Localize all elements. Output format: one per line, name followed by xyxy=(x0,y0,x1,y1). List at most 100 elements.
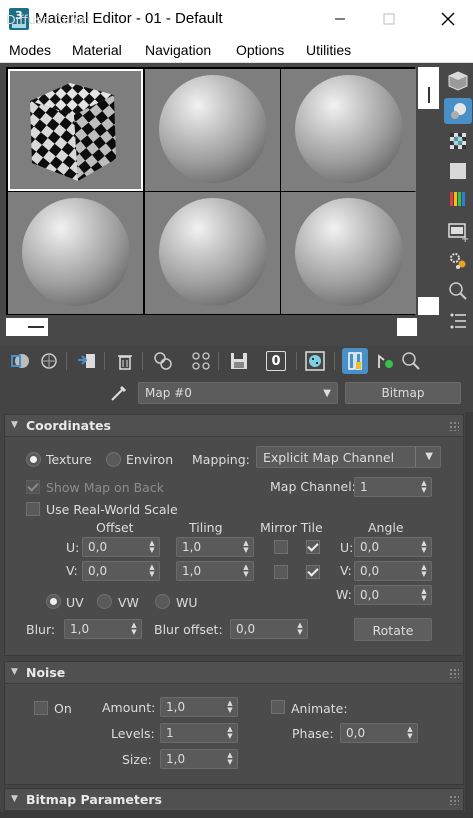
vertical-scroll-end[interactable] xyxy=(418,297,439,315)
noise-amount-spinner[interactable]: 1,0 ▲ ▼ xyxy=(160,697,238,717)
menu-options[interactable]: Options xyxy=(236,42,284,58)
spinner-arrows-icon[interactable]: ▲ ▼ xyxy=(242,540,250,554)
go-to-parent-button[interactable] xyxy=(374,350,396,372)
v-tiling-spinner[interactable]: 1,0 ▲ ▼ xyxy=(176,561,254,581)
vw-radio[interactable] xyxy=(97,594,112,609)
menu-utilities[interactable]: Utilities xyxy=(306,42,351,58)
horizontal-scroll-thumb[interactable] xyxy=(6,318,48,336)
spinner-arrows-icon[interactable]: ▲ ▼ xyxy=(226,700,234,714)
get-material-button[interactable] xyxy=(10,350,32,372)
sample-slot-3[interactable] xyxy=(281,69,416,191)
material-id-value: 0 xyxy=(271,353,281,369)
select-by-material-button[interactable] xyxy=(444,278,472,304)
menu-modes[interactable]: Modes xyxy=(9,42,51,58)
drag-handle-icon[interactable] xyxy=(449,795,459,805)
v-angle-spinner[interactable]: 0,0 ▲ ▼ xyxy=(354,561,432,581)
sample-slot-2[interactable] xyxy=(145,69,280,191)
sample-uv-tiling-button[interactable] xyxy=(444,158,472,184)
use-real-world-scale-checkbox[interactable] xyxy=(26,502,40,516)
spinner-arrows-icon[interactable]: ▲ ▼ xyxy=(148,540,156,554)
sample-type-button[interactable] xyxy=(444,68,472,94)
noise-phase-spinner[interactable]: 0,0 ▲ ▼ xyxy=(340,723,418,743)
spinner-arrows-icon[interactable]: ▲ ▼ xyxy=(148,564,156,578)
show-map-on-back-checkbox[interactable] xyxy=(26,480,40,494)
u-angle-spinner[interactable]: 0,0 ▲ ▼ xyxy=(354,537,432,557)
options-button[interactable] xyxy=(444,248,472,274)
background-button[interactable] xyxy=(444,128,472,154)
drag-handle-icon[interactable] xyxy=(449,668,459,678)
video-color-check-button[interactable] xyxy=(444,186,472,212)
texture-radio[interactable] xyxy=(26,452,41,467)
environ-radio[interactable] xyxy=(106,452,121,467)
v-mirror-checkbox[interactable] xyxy=(274,565,288,579)
map-name-dropdown[interactable]: Map #0 ▼ xyxy=(138,382,338,404)
u-tiling-spinner[interactable]: 1,0 ▲ ▼ xyxy=(176,537,254,557)
make-unique-button[interactable] xyxy=(152,350,174,372)
wu-radio[interactable] xyxy=(155,594,170,609)
backlight-button[interactable] xyxy=(444,98,472,124)
material-id-channel-button[interactable]: 0 xyxy=(266,351,286,371)
spinner-arrows-icon[interactable]: ▲ ▼ xyxy=(406,726,414,740)
reset-map-button[interactable] xyxy=(114,350,136,372)
uv-radio[interactable] xyxy=(46,594,61,609)
material-map-navigator-button[interactable] xyxy=(444,308,472,334)
sample-slot-4[interactable] xyxy=(8,192,143,314)
u-offset-spinner[interactable]: 0,0 ▲ ▼ xyxy=(82,537,160,557)
u-tiling-value: 1,0 xyxy=(182,540,202,554)
coordinates-rollout-header[interactable]: ▼ Coordinates xyxy=(5,415,463,437)
menu-material[interactable]: Material xyxy=(72,42,122,58)
sample-slot-5[interactable] xyxy=(145,192,280,314)
sample-slot-6[interactable] xyxy=(281,192,416,314)
make-preview-button[interactable]: + xyxy=(444,218,472,244)
maximize-button[interactable] xyxy=(365,0,413,38)
bitmap-parameters-rollout-header[interactable]: ▼ Bitmap Parameters xyxy=(5,789,463,811)
spinner-arrows-icon[interactable]: ▲ ▼ xyxy=(226,752,234,766)
sample-slot-1[interactable] xyxy=(8,69,143,191)
save-to-library-button[interactable] xyxy=(228,350,250,372)
noise-on-label: On xyxy=(54,701,72,716)
v-tile-checkbox[interactable] xyxy=(306,565,320,579)
spinner-arrows-icon[interactable]: ▲ ▼ xyxy=(226,726,234,740)
map-type-button[interactable]: Bitmap xyxy=(345,382,461,404)
close-button[interactable] xyxy=(424,0,472,38)
noise-on-checkbox[interactable] xyxy=(34,701,48,715)
vertical-scroll-thumb[interactable] xyxy=(418,67,439,109)
go-forward-sibling-button[interactable] xyxy=(400,350,422,372)
panel-scrollbar[interactable] xyxy=(465,412,473,812)
noise-rollout-header[interactable]: ▼ Noise xyxy=(5,662,463,684)
spinner-arrows-icon[interactable]: ▲ ▼ xyxy=(296,622,304,636)
mapping-dropdown[interactable]: Explicit Map Channel ▼ xyxy=(256,446,441,468)
noise-levels-spinner[interactable]: 1 ▲ ▼ xyxy=(160,723,238,743)
spinner-arrows-icon[interactable]: ▲ ▼ xyxy=(420,564,428,578)
blur-offset-spinner[interactable]: 0,0 ▲ ▼ xyxy=(230,619,308,639)
v-offset-spinner[interactable]: 0,0 ▲ ▼ xyxy=(82,561,160,581)
spinner-arrows-icon[interactable]: ▲ ▼ xyxy=(242,564,250,578)
spinner-arrows-icon[interactable]: ▲ ▼ xyxy=(420,540,428,554)
menu-navigation[interactable]: Navigation xyxy=(145,42,211,58)
eyedropper-icon xyxy=(111,385,127,401)
diffuse-color-label: Diffuse Color: xyxy=(6,12,91,27)
minimize-button[interactable] xyxy=(316,0,364,38)
put-material-to-scene-button[interactable] xyxy=(38,350,60,372)
checker-cube-preview xyxy=(30,83,116,181)
show-end-result-button[interactable] xyxy=(342,348,368,374)
drag-handle-icon[interactable] xyxy=(449,421,459,431)
wu-label: WU xyxy=(176,595,198,610)
show-shaded-material-button[interactable] xyxy=(304,350,326,372)
spinner-arrows-icon[interactable]: ▲ ▼ xyxy=(420,588,428,602)
put-to-library-button[interactable] xyxy=(190,350,212,372)
noise-animate-checkbox[interactable] xyxy=(271,700,285,714)
u-tile-checkbox[interactable] xyxy=(306,540,320,554)
spinner-arrows-icon[interactable]: ▲ ▼ xyxy=(420,480,428,494)
chevron-down-icon: ▼ xyxy=(323,388,331,399)
rotate-button[interactable]: Rotate xyxy=(354,618,432,641)
noise-size-spinner[interactable]: 1,0 ▲ ▼ xyxy=(160,749,238,769)
u-mirror-checkbox[interactable] xyxy=(274,540,288,554)
eyedropper-button[interactable] xyxy=(108,382,130,404)
horizontal-scroll-end[interactable] xyxy=(397,318,417,336)
blur-spinner[interactable]: 1,0 ▲ ▼ xyxy=(64,619,142,639)
assign-material-button[interactable] xyxy=(76,350,98,372)
w-angle-spinner[interactable]: 0,0 ▲ ▼ xyxy=(354,585,432,605)
spinner-arrows-icon[interactable]: ▲ ▼ xyxy=(130,622,138,636)
map-channel-spinner[interactable]: 1 ▲ ▼ xyxy=(354,477,432,497)
